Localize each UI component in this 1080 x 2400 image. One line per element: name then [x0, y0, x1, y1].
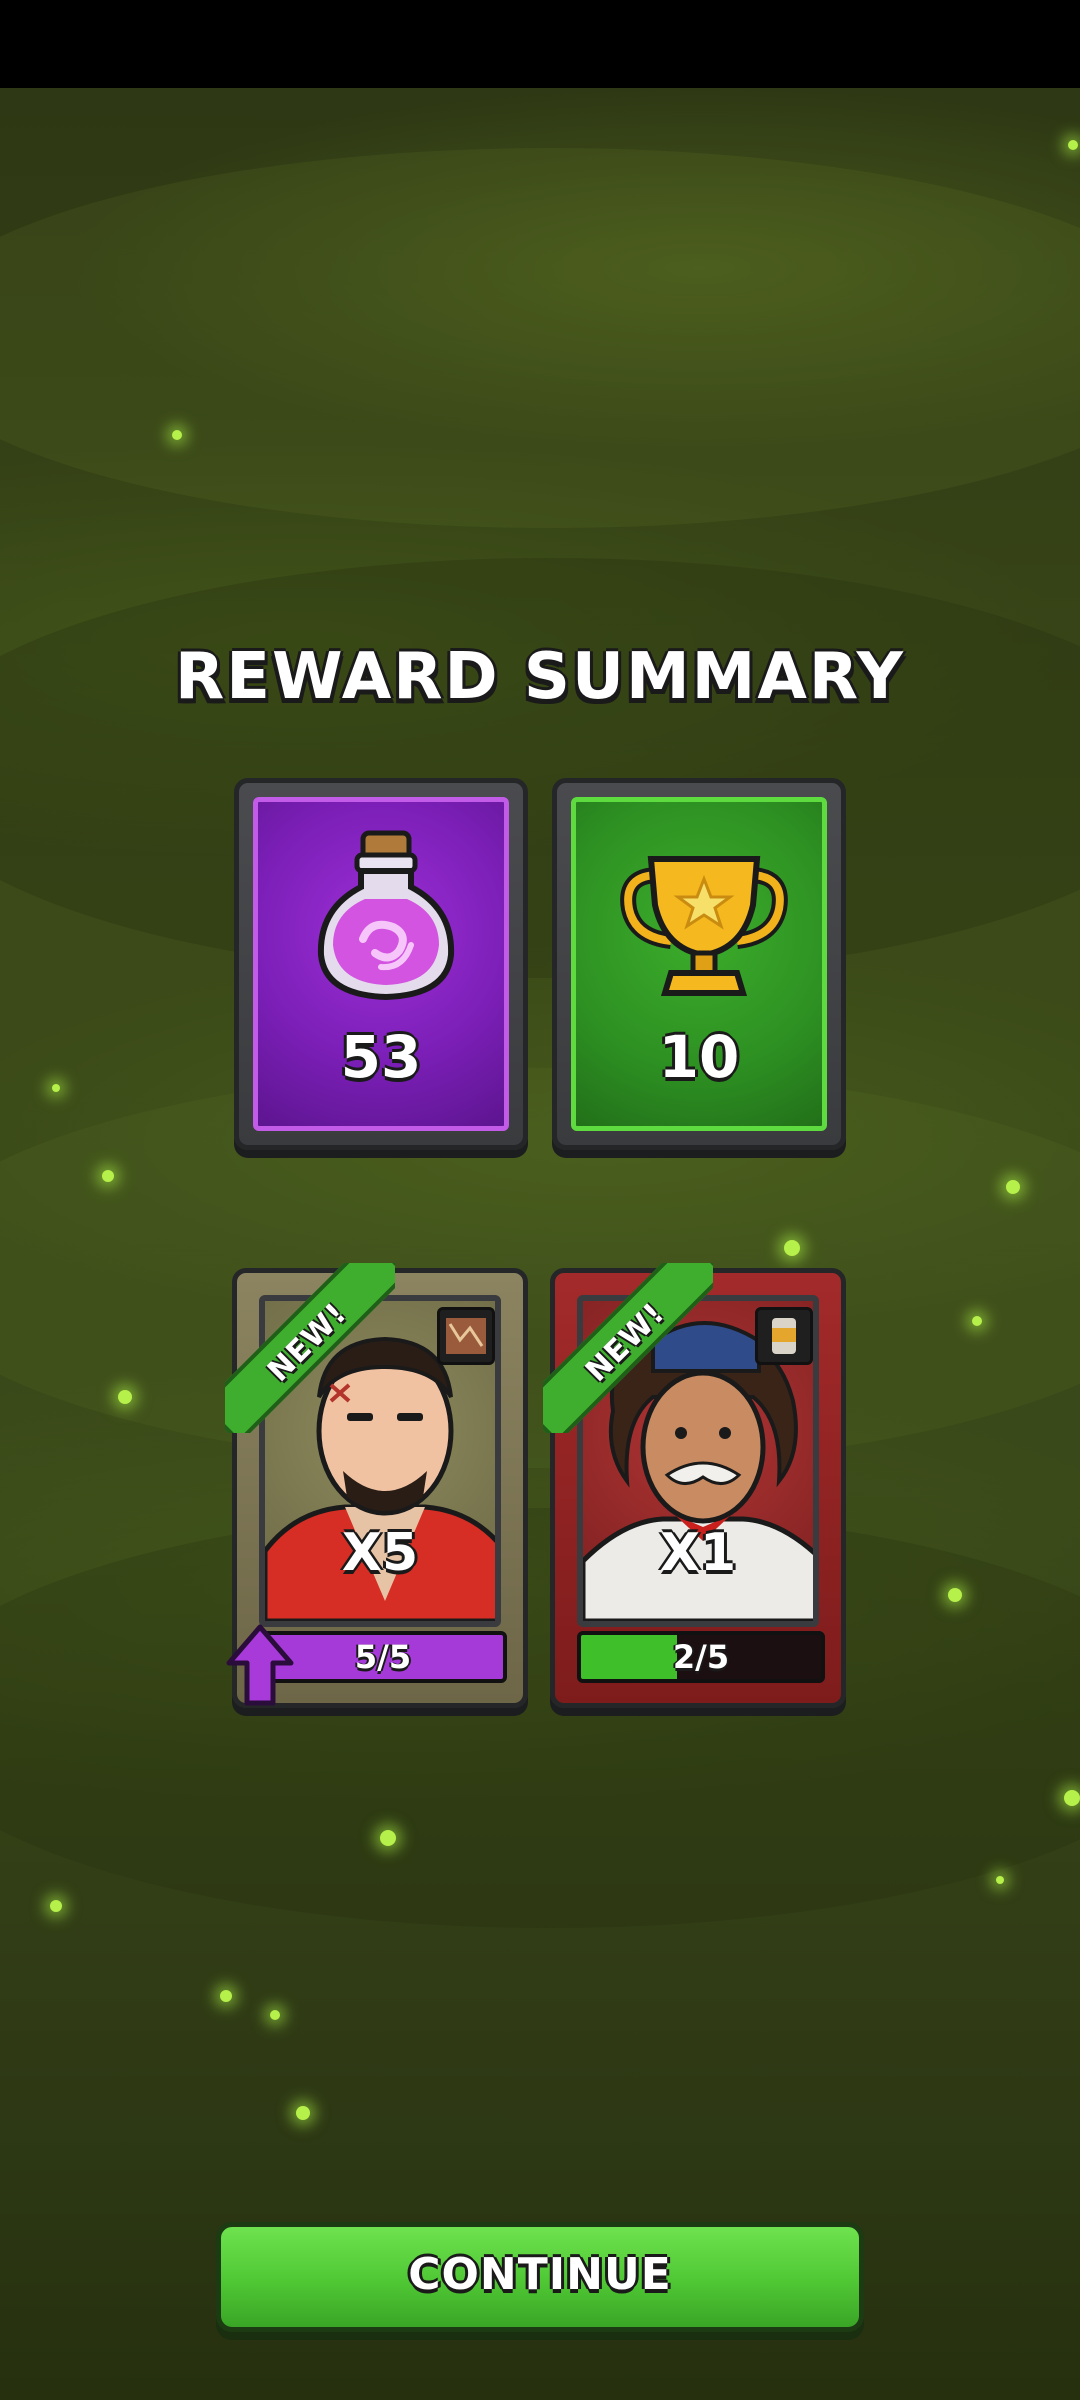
reward-card-potion[interactable]: 53: [234, 778, 528, 1150]
progress-label: 5/5: [354, 1638, 412, 1676]
firefly: [50, 1900, 62, 1912]
map-icon: [437, 1307, 495, 1365]
firefly: [296, 2106, 310, 2120]
firefly: [996, 1876, 1004, 1884]
hero-progress-bar: 2/5: [577, 1631, 825, 1683]
potion-icon: [317, 830, 455, 1001]
upgrade-arrow-icon[interactable]: [225, 1623, 295, 1707]
firefly: [972, 1316, 982, 1326]
hero-multiplier: X5: [341, 1523, 419, 1583]
reward-amount: 53: [340, 1023, 422, 1091]
hero-progress-bar: 5/5: [259, 1631, 507, 1683]
firefly: [220, 1990, 232, 2002]
hero-card[interactable]: X5 NEW! 5/5: [225, 1263, 528, 1708]
reward-card-trophy[interactable]: 10: [552, 778, 846, 1150]
can-icon: [755, 1307, 813, 1365]
firefly: [1068, 140, 1078, 150]
firefly: [1006, 1180, 1020, 1194]
continue-button[interactable]: CONTINUE: [216, 2222, 864, 2332]
reward-amount: 10: [658, 1023, 740, 1091]
page-title: REWARD SUMMARY: [174, 640, 906, 714]
continue-button-label: CONTINUE: [408, 2249, 672, 2300]
firefly: [784, 1240, 800, 1256]
hero-card[interactable]: X1 NEW! 2/5: [543, 1263, 846, 1708]
trophy-icon: [620, 856, 788, 996]
firefly: [948, 1588, 962, 1602]
firefly: [118, 1390, 132, 1404]
firefly: [270, 2010, 280, 2020]
hero-multiplier: X1: [659, 1523, 737, 1583]
firefly: [172, 430, 182, 440]
firefly: [102, 1170, 114, 1182]
progress-label: 2/5: [672, 1638, 730, 1676]
background: [0, 88, 1080, 2400]
firefly: [380, 1830, 396, 1846]
status-bar: [0, 0, 1080, 88]
firefly: [52, 1084, 60, 1092]
firefly: [1064, 1790, 1080, 1806]
